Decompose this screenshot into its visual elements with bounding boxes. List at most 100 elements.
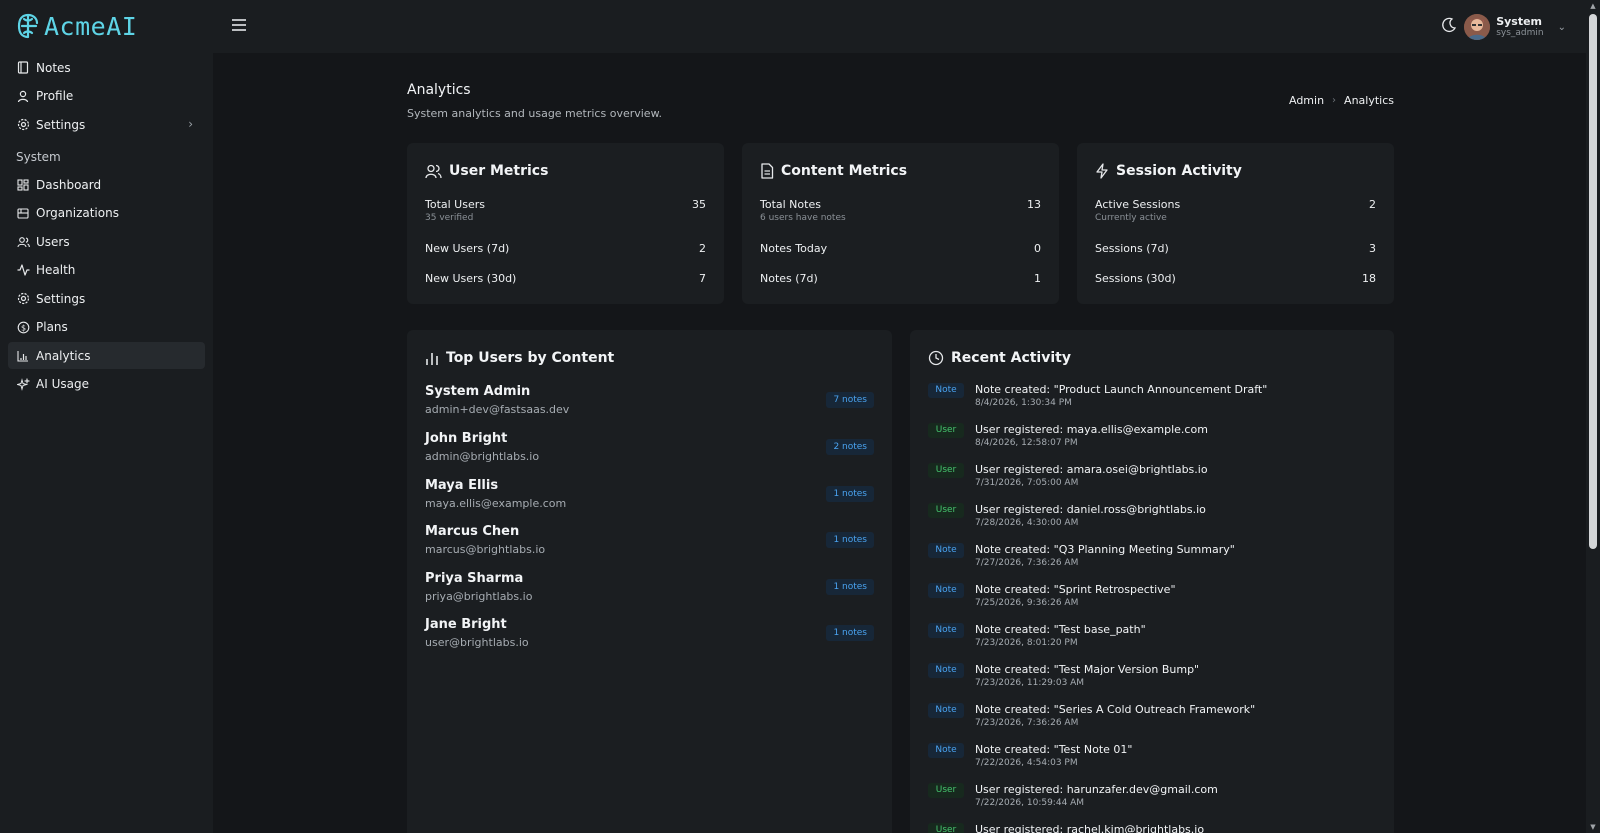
- sidebar-item-plans[interactable]: $ Plans: [8, 314, 205, 341]
- user-row-email: priya@brightlabs.io: [425, 590, 533, 603]
- card-title-text: Top Users by Content: [446, 350, 615, 366]
- chart-icon: [16, 349, 30, 363]
- sidebar-item-dashboard[interactable]: Dashboard: [8, 171, 205, 198]
- user-row-email: maya.ellis@example.com: [425, 497, 567, 510]
- sidebar-item-label: Settings: [36, 291, 86, 306]
- sidebar-item-profile[interactable]: Profile: [8, 83, 205, 110]
- user-row-name: John Bright: [425, 431, 508, 446]
- theme-toggle-button[interactable]: [1441, 17, 1459, 35]
- sidebar-item-system-settings[interactable]: Settings: [8, 285, 205, 312]
- sidebar-item-notes[interactable]: Notes: [8, 54, 205, 81]
- sidebar-item-settings[interactable]: Settings ›: [8, 111, 205, 138]
- sidebar-item-label: Plans: [36, 320, 68, 334]
- user-icon: [16, 89, 30, 103]
- activity-type-badge: User: [928, 423, 964, 438]
- activity-text: User registered: maya.ellis@example.com: [975, 423, 1208, 436]
- activity-item[interactable]: User User registered: rachel.kim@brightla…: [928, 823, 1376, 833]
- activity-item[interactable]: Note Note created: "Sprint Retrospective"…: [928, 583, 1376, 619]
- list-item[interactable]: John Bright admin@brightlabs.io 2 notes: [425, 431, 874, 471]
- sidebar-item-users[interactable]: Users: [8, 228, 205, 255]
- user-metrics-card: User Metrics Total Users 35 verified 35 N…: [407, 143, 724, 304]
- sidebar-item-organizations[interactable]: Organizations: [8, 200, 205, 227]
- activity-item[interactable]: Note Note created: "Q3 Planning Meeting S…: [928, 543, 1376, 579]
- dashboard-icon: [16, 178, 30, 192]
- card-title-text: Recent Activity: [951, 350, 1071, 366]
- activity-item[interactable]: User User registered: amara.osei@brightla…: [928, 463, 1376, 499]
- activity-type-badge: Note: [928, 383, 964, 398]
- scrollbar-thumb[interactable]: [1589, 14, 1597, 549]
- activity-item[interactable]: Note Note created: "Test base_path" 7/23/2…: [928, 623, 1376, 659]
- activity-item[interactable]: Note Note created: "Test Major Version Bu…: [928, 663, 1376, 699]
- sidebar-item-label: AI Usage: [36, 377, 89, 391]
- list-item[interactable]: System Admin admin+dev@fastsaas.dev 7 no…: [425, 384, 874, 424]
- metric-label: Active Sessions: [1095, 198, 1181, 211]
- activity-text: Note created: "Sprint Retrospective": [975, 583, 1176, 596]
- metric-row: New Users (7d) 2: [425, 242, 706, 255]
- metric-value: 7: [699, 272, 706, 285]
- page-title: Analytics: [407, 82, 471, 98]
- logo[interactable]: AcmeAI: [16, 10, 137, 42]
- hamburger-menu-button[interactable]: [230, 16, 248, 34]
- activity-timestamp: 7/25/2026, 9:36:26 AM: [975, 598, 1079, 608]
- session-activity-card: Session Activity Active Sessions Currentl…: [1077, 143, 1394, 304]
- scroll-up-arrow-icon[interactable]: ▲: [1589, 2, 1597, 10]
- activity-text: Note created: "Product Launch Announceme…: [975, 383, 1268, 396]
- card-title: Recent Activity: [928, 350, 1071, 366]
- metric-label: Sessions (7d): [1095, 242, 1169, 255]
- activity-text: Note created: "Test base_path": [975, 623, 1146, 636]
- sidebar-item-label: Dashboard: [36, 177, 102, 192]
- activity-type-badge: Note: [928, 663, 964, 678]
- list-item[interactable]: Priya Sharma priya@brightlabs.io 1 notes: [425, 571, 874, 611]
- user-role: sys_admin: [1496, 28, 1544, 38]
- user-row-name: Marcus Chen: [425, 524, 520, 539]
- metric-value: 13: [1027, 198, 1041, 211]
- metric-sub: 35 verified: [425, 213, 474, 223]
- list-item[interactable]: Maya Ellis maya.ellis@example.com 1 note…: [425, 478, 874, 518]
- activity-item[interactable]: User User registered: daniel.ross@brightl…: [928, 503, 1376, 539]
- metric-row: Active Sessions Currently active 2: [1095, 198, 1376, 223]
- scroll-down-arrow-icon[interactable]: ▼: [1589, 823, 1597, 831]
- breadcrumb-admin[interactable]: Admin: [1289, 94, 1324, 107]
- sidebar-item-label: Settings: [36, 117, 86, 132]
- list-item[interactable]: Marcus Chen marcus@brightlabs.io 1 notes: [425, 524, 874, 564]
- metric-label: Notes (7d): [760, 272, 818, 285]
- metric-row: New Users (30d) 7: [425, 272, 706, 285]
- svg-text:$: $: [20, 323, 25, 332]
- metric-label: New Users (30d): [425, 272, 517, 285]
- activity-timestamp: 8/4/2026, 1:30:34 PM: [975, 398, 1072, 408]
- activity-item[interactable]: User User registered: harunzafer.dev@gmai…: [928, 783, 1376, 819]
- sidebar-item-label: Health: [36, 263, 76, 277]
- scrollbar[interactable]: ▲ ▼: [1586, 0, 1600, 833]
- activity-item[interactable]: Note Note created: "Test Note 01" 7/22/202…: [928, 743, 1376, 779]
- sidebar: AcmeAI Notes Profile Settings › System D…: [0, 0, 213, 833]
- user-row-email: admin@brightlabs.io: [425, 450, 540, 463]
- chevron-right-icon: ›: [188, 117, 193, 131]
- metric-row: Sessions (7d) 3: [1095, 242, 1376, 255]
- sidebar-item-health[interactable]: Health: [8, 257, 205, 284]
- activity-item[interactable]: User User registered: maya.ellis@example.…: [928, 423, 1376, 459]
- dollar-icon: $: [16, 320, 30, 334]
- user-name: System: [1496, 15, 1543, 28]
- breadcrumb: Admin › Analytics: [1289, 94, 1394, 107]
- sidebar-item-ai-usage[interactable]: AI Usage: [8, 371, 205, 398]
- recent-activity-card: Recent Activity Note Note created: "Produ…: [910, 330, 1394, 833]
- top-users-card: Top Users by Content System Admin admin+…: [407, 330, 892, 833]
- user-row-email: admin+dev@fastsaas.dev: [425, 403, 570, 416]
- clock-icon: [928, 350, 944, 366]
- card-title-text: Content Metrics: [781, 163, 908, 179]
- card-title: User Metrics: [425, 163, 548, 179]
- users-icon: [16, 235, 30, 249]
- user-row-name: Maya Ellis: [425, 478, 499, 493]
- activity-timestamp: 7/27/2026, 7:36:26 AM: [975, 558, 1079, 568]
- activity-item[interactable]: Note Note created: "Series A Cold Outreac…: [928, 703, 1376, 739]
- sidebar-item-label: Analytics: [36, 348, 91, 363]
- notes-count-badge: 1 notes: [826, 486, 874, 502]
- user-row-email: user@brightlabs.io: [425, 636, 529, 649]
- list-item[interactable]: Jane Bright user@brightlabs.io 1 notes: [425, 617, 874, 657]
- sidebar-item-analytics[interactable]: Analytics: [8, 342, 205, 369]
- activity-item[interactable]: Note Note created: "Product Launch Announ…: [928, 383, 1376, 419]
- user-menu[interactable]: System sys_admin ⌄: [1464, 11, 1566, 43]
- hamburger-icon: [232, 19, 246, 31]
- users-icon: [425, 164, 442, 178]
- sidebar-item-label: Users: [36, 234, 70, 249]
